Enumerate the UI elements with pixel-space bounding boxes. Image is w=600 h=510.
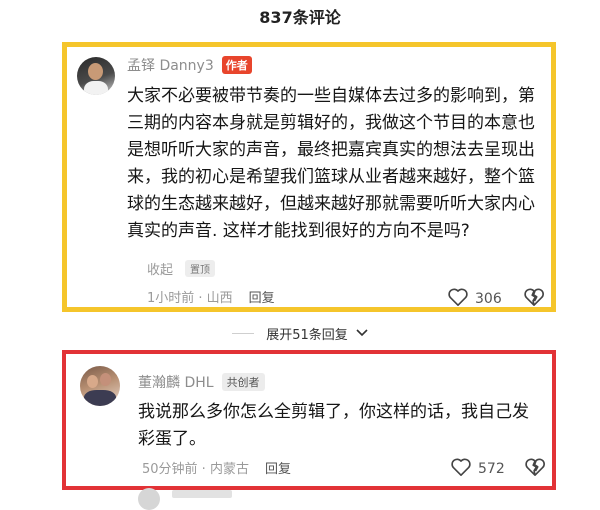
- comment-meta: 1小时前 · 山西 回复: [147, 287, 275, 306]
- collapse-button[interactable]: 收起: [147, 259, 173, 278]
- heart-icon: [447, 287, 469, 311]
- next-comment-name-placeholder: [172, 490, 232, 498]
- author-name[interactable]: 董瀚麟 DHL: [138, 372, 214, 392]
- comment-meta: 50分钟前 · 内蒙古 回复: [142, 458, 291, 477]
- like-button[interactable]: 306: [447, 287, 502, 311]
- cocreator-badge: 共创者: [221, 373, 265, 391]
- broken-heart-icon[interactable]: [523, 287, 545, 311]
- heart-icon: [450, 457, 472, 481]
- expand-replies-button[interactable]: 展开51条回复: [0, 322, 600, 344]
- expand-replies-label: 展开51条回复: [266, 327, 348, 343]
- time-location: 1小时前 · 山西: [147, 291, 233, 306]
- avatar[interactable]: [80, 366, 120, 406]
- divider: [232, 332, 255, 334]
- broken-heart-icon[interactable]: [524, 457, 546, 481]
- next-comment-avatar: [138, 488, 160, 510]
- reply-button[interactable]: 回复: [265, 458, 291, 477]
- author-badge: 作者: [221, 56, 252, 74]
- like-count: 572: [478, 461, 505, 477]
- comment-header: 孟铎 Danny3 作者: [127, 55, 252, 75]
- pinned-tag: 置顶: [185, 260, 216, 277]
- like-count: 306: [475, 291, 502, 307]
- author-name[interactable]: 孟铎 Danny3: [127, 55, 214, 75]
- comment-cocreator-highlighted: 董瀚麟 DHL 共创者 我说那么多你怎么全剪辑了，你这样的话，我自己发彩蛋了。 …: [62, 350, 556, 490]
- comment-text: 我说那么多你怎么全剪辑了，你这样的话，我自己发彩蛋了。: [138, 402, 529, 449]
- comment-text: 大家不必要被带节奏的一些自媒体去过多的影响到，第三期的内容本身就是剪辑好的，我做…: [127, 86, 535, 241]
- time-location: 50分钟前 · 内蒙古: [142, 462, 249, 477]
- reply-button[interactable]: 回复: [249, 287, 275, 306]
- comments-count-title: 837条评论: [259, 8, 341, 27]
- chevron-down-icon: [356, 326, 368, 341]
- like-button[interactable]: 572: [450, 457, 505, 481]
- comment-author-highlighted: 孟铎 Danny3 作者 大家不必要被带节奏的一些自媒体去过多的影响到，第三期的…: [62, 42, 556, 312]
- comment-header: 董瀚麟 DHL 共创者: [138, 372, 265, 392]
- collapse-row: 收起 置顶: [147, 259, 216, 278]
- avatar[interactable]: [77, 57, 115, 95]
